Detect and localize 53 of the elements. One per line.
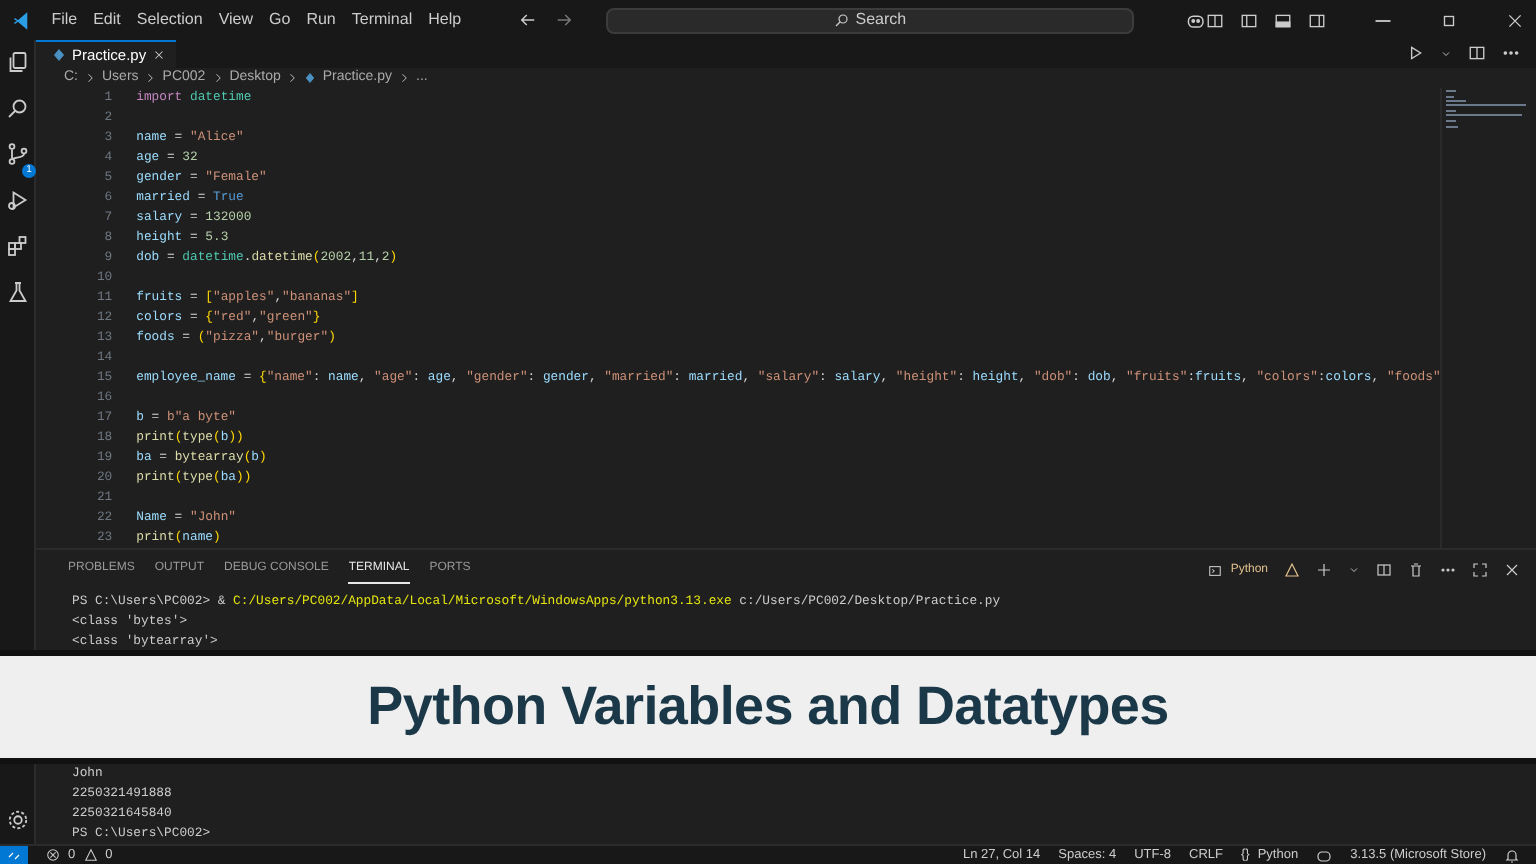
warning-icon[interactable] xyxy=(1284,562,1300,578)
flask-icon[interactable] xyxy=(5,280,29,304)
settings-icon[interactable] xyxy=(5,808,29,832)
secondary-sidebar-icon[interactable] xyxy=(1308,11,1327,29)
extensions-icon[interactable] xyxy=(5,234,29,258)
maximize-icon[interactable] xyxy=(1472,562,1488,578)
copilot-icon[interactable] xyxy=(1316,847,1333,863)
terminal-icon xyxy=(1208,563,1223,577)
close-icon[interactable] xyxy=(152,47,167,62)
chevron-icon xyxy=(286,71,299,84)
panel-toggle-icon[interactable] xyxy=(1274,11,1293,29)
banner-title: Python Variables and Datatypes xyxy=(367,674,1169,741)
forward-arrow-icon[interactable] xyxy=(553,10,574,30)
menu-item[interactable]: Selection xyxy=(128,8,211,32)
menu-item[interactable]: Edit xyxy=(85,8,129,32)
menu-item[interactable]: File xyxy=(43,8,86,32)
maximize-icon[interactable] xyxy=(1440,11,1459,29)
menu-item[interactable]: Go xyxy=(261,8,299,32)
caret-icon[interactable] xyxy=(1348,564,1360,576)
chevron-icon xyxy=(84,71,96,84)
error-icon xyxy=(46,848,60,862)
search-icon[interactable] xyxy=(5,96,29,120)
menu-item[interactable]: Terminal xyxy=(343,8,421,32)
chevron-icon xyxy=(398,71,410,84)
vscode-logo-icon xyxy=(12,9,32,31)
close-icon[interactable] xyxy=(1506,11,1525,29)
add-icon[interactable] xyxy=(1316,562,1332,578)
menu-item[interactable]: Help xyxy=(420,8,470,32)
split-icon[interactable] xyxy=(1376,562,1392,578)
sidebar-toggle-icon[interactable] xyxy=(1240,11,1259,29)
python-file-icon xyxy=(52,47,66,62)
back-arrow-icon[interactable] xyxy=(517,10,538,30)
split-editor-icon[interactable] xyxy=(1468,44,1486,63)
run-debug-icon[interactable] xyxy=(5,188,29,212)
bell-icon[interactable] xyxy=(1504,847,1520,863)
trash-icon[interactable] xyxy=(1408,562,1424,578)
caret-icon[interactable] xyxy=(1440,47,1452,60)
menu-item[interactable]: Run xyxy=(298,8,344,32)
search-icon xyxy=(833,12,850,28)
search-field[interactable]: Search xyxy=(605,7,1135,33)
chevron-icon xyxy=(211,71,224,84)
chevron-icon xyxy=(144,71,157,84)
close-icon[interactable] xyxy=(1504,562,1520,578)
layout-icon[interactable] xyxy=(1206,11,1225,29)
source-control-icon[interactable] xyxy=(5,142,29,166)
remote-button[interactable] xyxy=(0,845,28,864)
remote-icon xyxy=(6,847,22,863)
files-icon[interactable] xyxy=(5,50,29,74)
run-icon[interactable] xyxy=(1406,44,1424,63)
copilot-icon[interactable] xyxy=(1186,9,1207,31)
menu-item[interactable]: View xyxy=(210,8,262,32)
python-file-icon xyxy=(304,71,317,84)
warning-icon xyxy=(83,848,98,862)
